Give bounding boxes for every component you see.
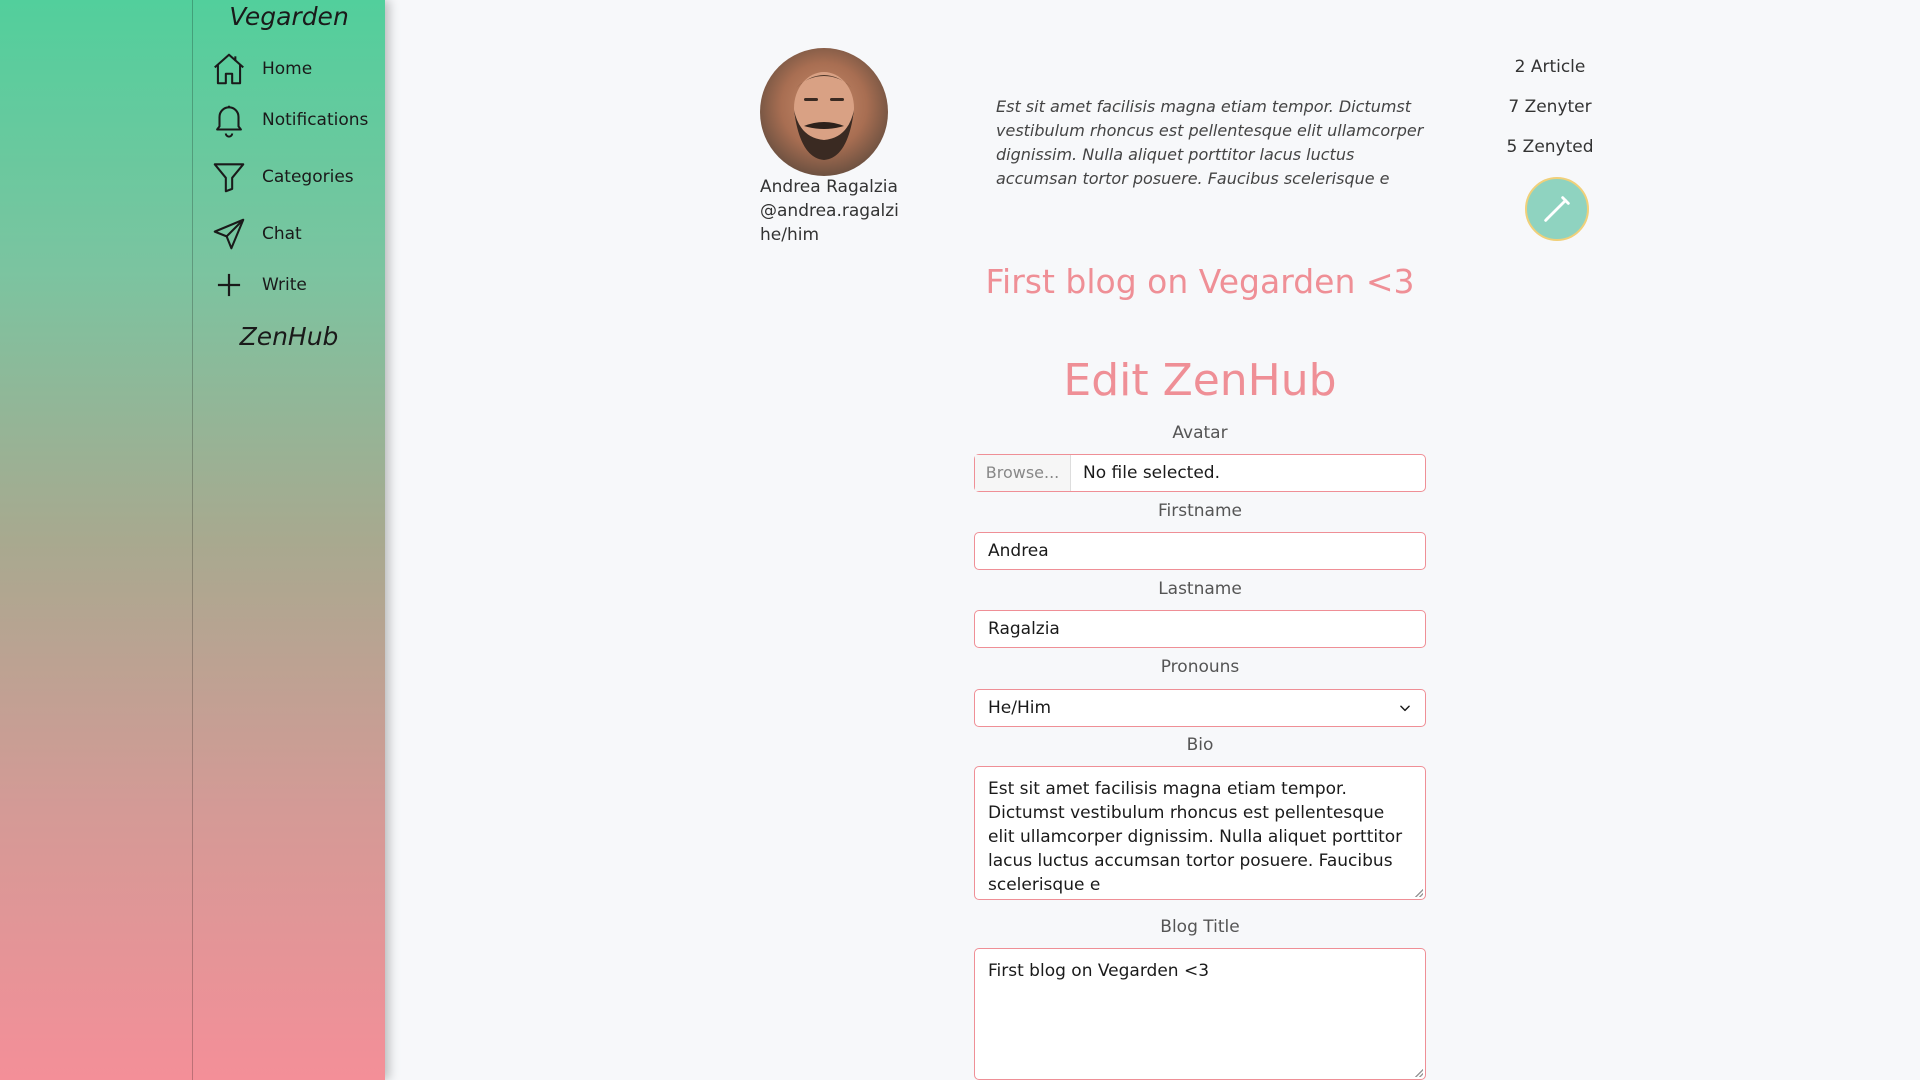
sidebar-item-home[interactable]: Home [210,49,312,89]
profile-pronouns: he/him [760,225,820,245]
sidebar-item-label: Chat [262,224,302,244]
profile-bio: Est sit amet facilisis magna etiam tempo… [996,97,1424,188]
sidebar-divider [192,0,193,1080]
blog-title-label: Blog Title [1160,917,1240,937]
sidebar-zenhub-link[interactable]: ZenHub [193,322,385,351]
home-icon [214,53,244,85]
brand-title[interactable]: Vegarden [193,2,385,31]
send-icon [213,218,245,250]
filter-icon [213,163,245,193]
sidebar-item-categories[interactable]: Categories [210,157,354,197]
bell-icon [216,105,242,138]
pencil-icon [1544,196,1570,222]
chevron-down-icon [1400,705,1410,712]
pronouns-selected-value: He/Him [988,698,1052,718]
sidebar-item-label: Write [262,275,307,295]
sidebar-item-label: Categories [262,167,354,187]
avatar [760,48,888,176]
profile-handle: @andrea.ragalzi [760,201,899,221]
pronouns-select[interactable]: He/Him [974,689,1426,727]
lastname-input[interactable]: Ragalzia [974,610,1426,648]
bio-label: Bio [1186,735,1214,755]
resize-handle[interactable] [1415,889,1423,897]
firstname-label: Firstname [1158,501,1242,521]
sidebar-item-label: Notifications [262,110,369,130]
blog-title-textarea[interactable]: First blog on Vegarden <3 [974,948,1426,1080]
file-status-text: No file selected. [1083,463,1220,483]
edit-profile-button[interactable] [1525,177,1589,241]
resize-handle[interactable] [1415,1069,1423,1077]
sidebar-item-chat[interactable]: Chat [210,214,302,254]
lastname-label: Lastname [1158,579,1242,599]
sidebar-item-notifications[interactable]: Notifications [210,100,368,140]
avatar-label: Avatar [1172,423,1228,443]
firstname-input[interactable]: Andrea [974,532,1426,570]
plus-icon [217,273,241,297]
stat-zenyter[interactable]: 7 Zenyter [1490,97,1610,117]
pronouns-label: Pronouns [1160,657,1240,677]
form-heading: Edit ZenHub [1063,355,1337,406]
blog-title: First blog on Vegarden <3 [985,262,1415,301]
stat-zenyted[interactable]: 5 Zenyted [1490,137,1610,157]
blog-title-textarea-value: First blog on Vegarden <3 [988,961,1210,981]
avatar-file-input[interactable]: Browse... No file selected. [974,454,1426,492]
bio-textarea-value: Est sit amet facilisis magna etiam tempo… [988,779,1403,895]
browse-button[interactable]: Browse... [975,455,1071,491]
sidebar-item-write[interactable]: Write [210,265,307,305]
profile-name: Andrea Ragalzia [760,177,898,197]
sidebar-item-label: Home [262,59,313,79]
bio-textarea[interactable]: Est sit amet facilisis magna etiam tempo… [974,766,1426,900]
stat-articles[interactable]: 2 Article [1490,57,1610,77]
